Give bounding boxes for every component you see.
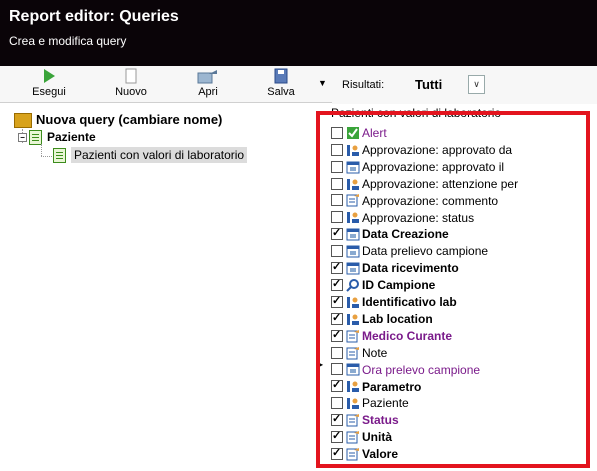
results-filter-dropdown[interactable]: ∨ [468,75,485,94]
tree-root-label: Nuova query (cambiare nome) [36,112,223,127]
new-label: Nuovo [115,86,147,98]
window-title: Report editor: Queries [9,8,179,25]
toolbar-overflow-caret-icon[interactable]: ▼ [318,78,327,88]
chevron-down-icon: ∨ [473,79,480,89]
play-icon [44,69,55,83]
open-button[interactable]: Apri [177,68,239,100]
run-label: Esegui [32,86,66,98]
results-label: Risultati: [342,79,385,91]
tree-root-node[interactable]: Nuova query (cambiare nome) [14,112,223,129]
results-filter-value: Tutti [415,77,443,92]
toolbar: Esegui Nuovo Apri Salva ▼ [0,66,332,103]
save-button[interactable]: Salva [250,68,312,100]
results-filter-bar: Risultati: Tutti ∨ [332,66,597,104]
run-button[interactable]: Esegui [18,68,80,100]
query-icon [14,113,32,129]
tree-child-label: Paziente [47,130,96,144]
tree-leaf-node[interactable]: Pazienti con valori di laboratorio [53,147,248,164]
table-icon [53,148,66,164]
window-subtitle: Crea e modifica query [9,34,127,48]
save-label: Salva [267,86,295,98]
new-document-icon [125,68,137,84]
tree-leaf-label: Pazienti con valori di laboratorio [71,147,248,163]
new-button[interactable]: Nuovo [100,68,162,100]
title-bar: Report editor: Queries Crea e modifica q… [0,0,597,66]
save-disk-icon [274,68,288,84]
open-label: Apri [198,86,218,98]
collapse-icon[interactable]: − [18,133,27,143]
highlight-box [316,111,590,468]
tree-connector [41,156,52,157]
open-folder-icon [197,70,217,84]
tree-connector [41,144,42,156]
tree-child-node[interactable]: − Paziente [18,130,96,146]
